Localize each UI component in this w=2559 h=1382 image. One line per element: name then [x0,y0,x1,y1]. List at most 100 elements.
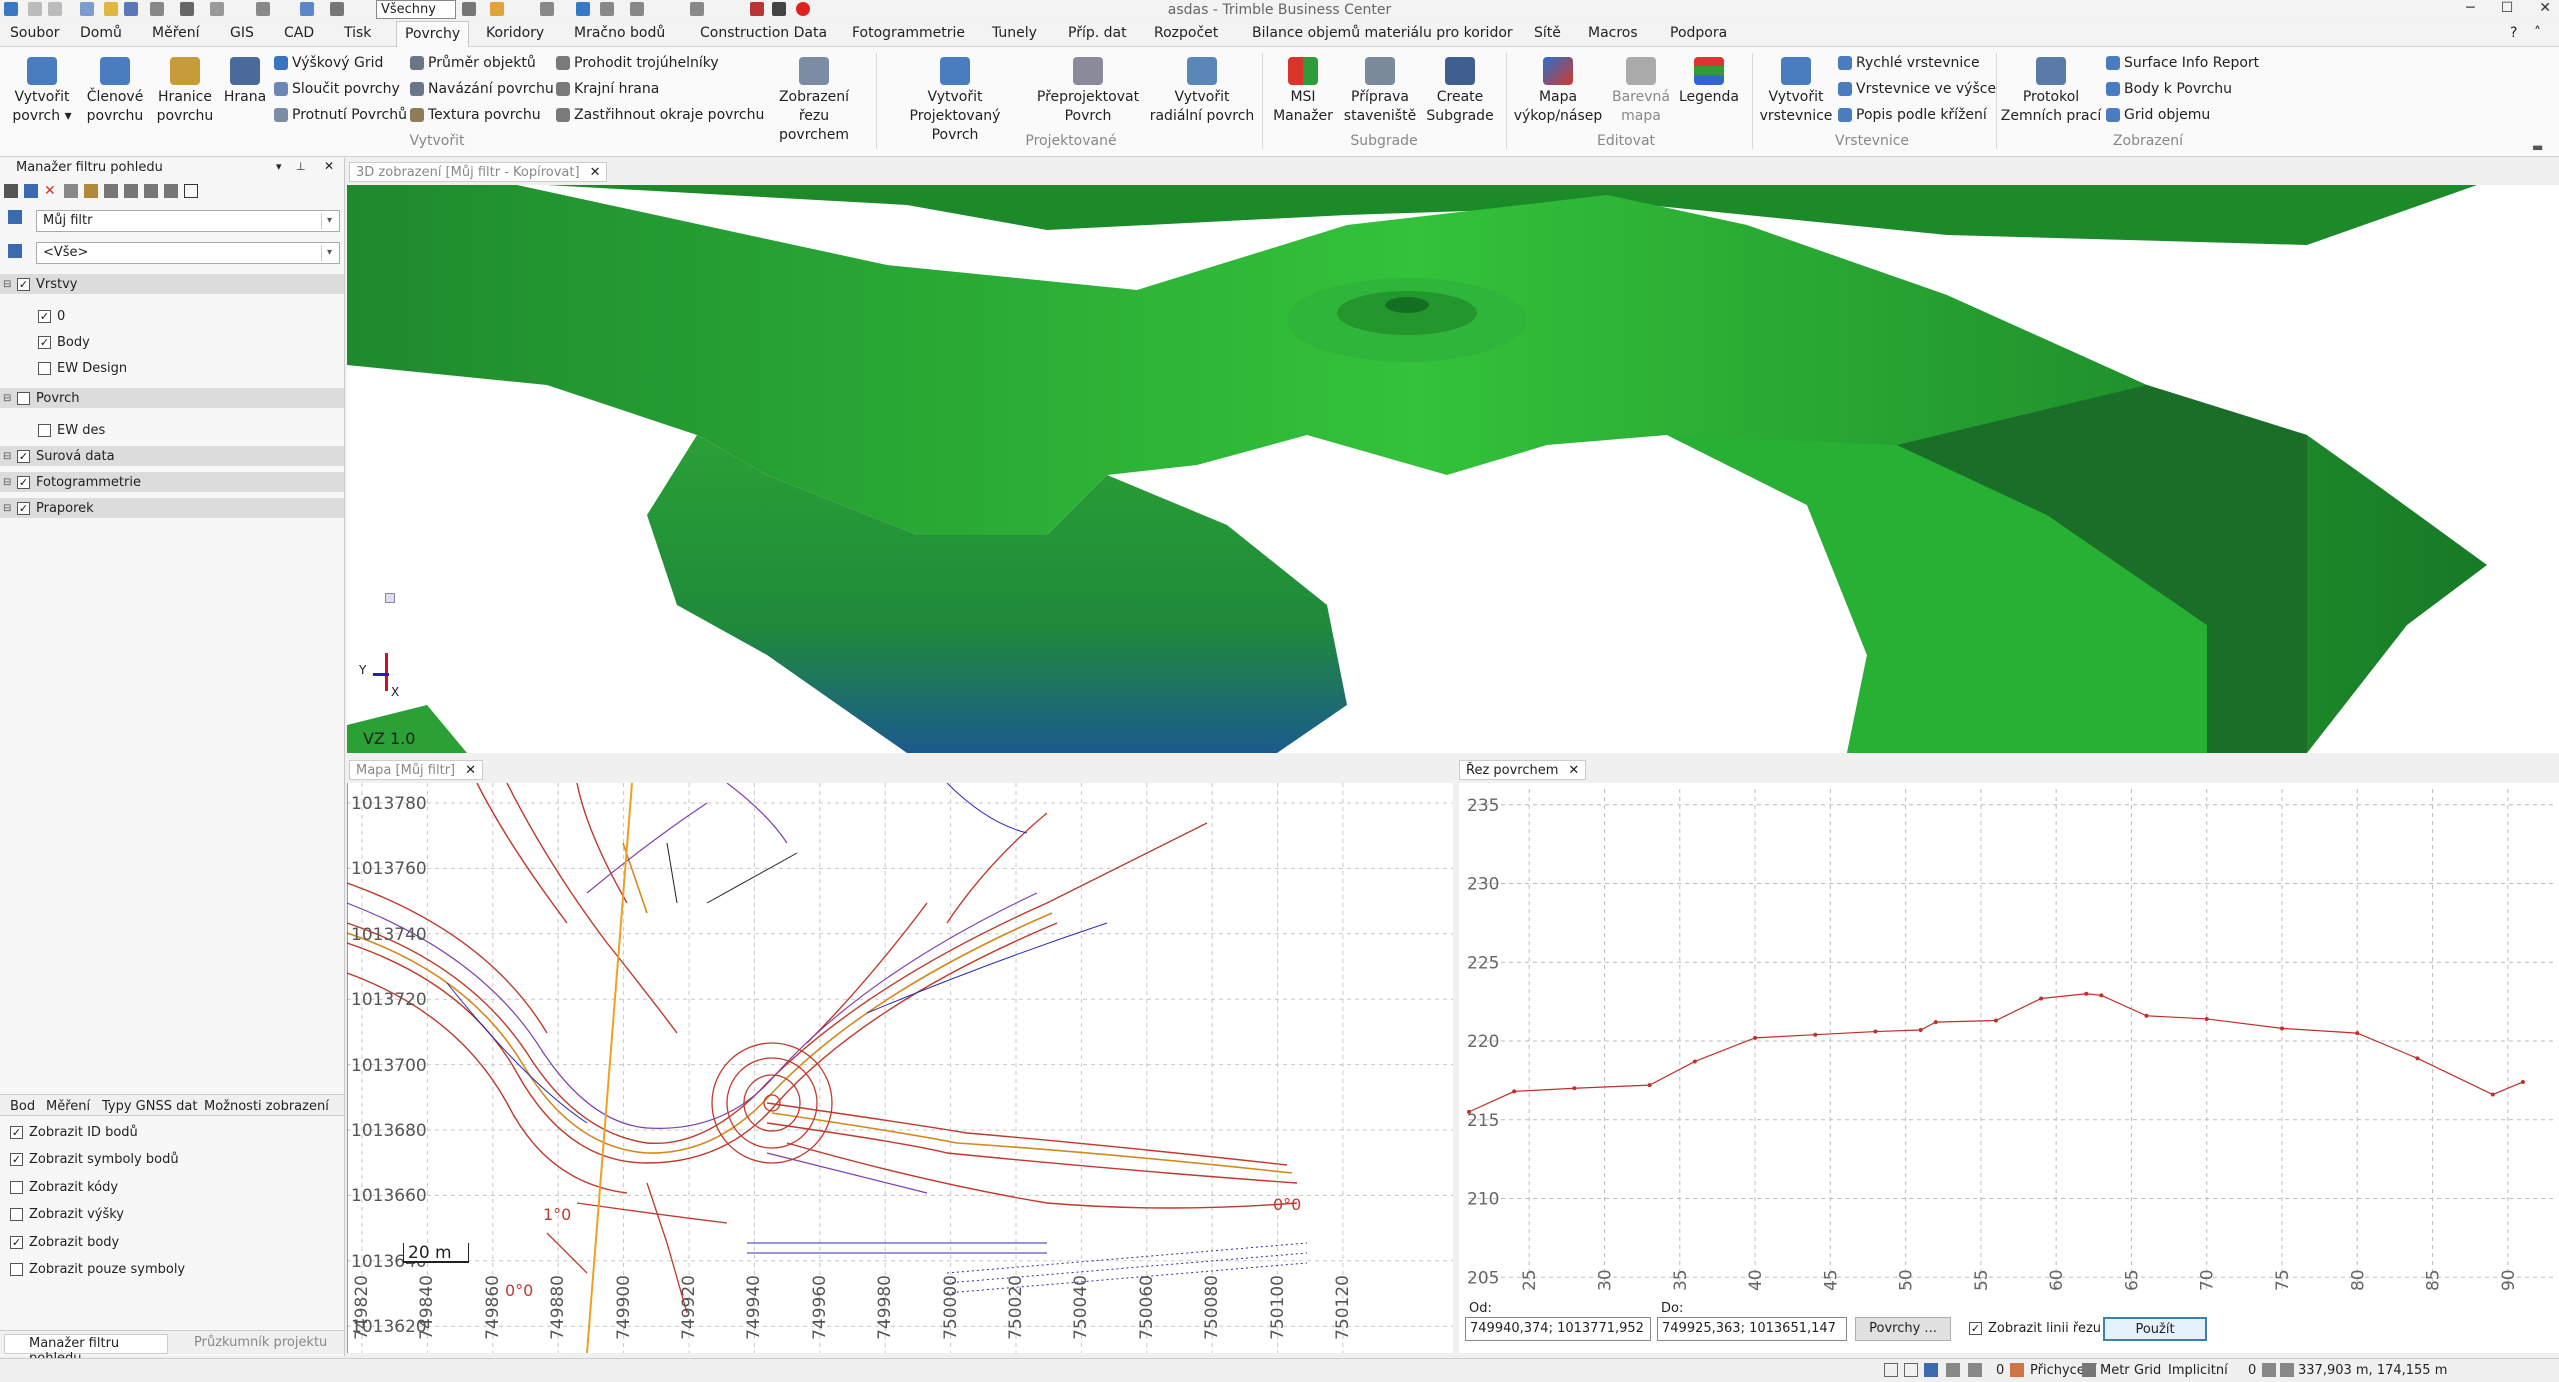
tree-checkbox[interactable] [38,423,51,437]
redo-icon[interactable] [48,2,62,16]
surface-slice-view-button[interactable]: Zobrazení řezu povrchem [762,55,866,145]
tree-item[interactable]: ⊟ ✓ Praporek [0,498,344,518]
tab-tunely[interactable]: Tunely [992,25,1037,41]
block-icon[interactable] [124,184,138,198]
option-checkbox[interactable]: ✓ [10,1125,23,1139]
contours-at-elevation-button[interactable]: Vrstevnice ve výšce [1838,81,1996,97]
option-checkbox[interactable] [10,1263,23,1276]
redesign-surface-button[interactable]: Přeprojektovat Povrch [1030,55,1146,126]
tree-item[interactable]: ⊟ Povrch [0,388,344,408]
surface-texture-button[interactable]: Textura povrchu [410,107,541,123]
text-icon[interactable] [600,2,614,16]
surface-section-view[interactable]: 235 230 225 220 215 210 205 25 30 35 40 45 50 55 60 65 7… [1459,783,2559,1353]
maximize-button[interactable]: ☐ [2501,0,2514,16]
3d-view-canvas[interactable]: Y X VZ 1.0 [347,185,2559,753]
layers-icon[interactable] [84,184,98,198]
text-filter-icon[interactable] [184,184,198,198]
cut-fill-map-button[interactable]: Mapa výkop/násep [1510,55,1606,126]
surface-tie-button[interactable]: Navázání povrchu [410,81,554,97]
tab-profile-view[interactable]: Řez povrchem ✕ [1459,760,1587,780]
tools-icon[interactable] [690,2,704,16]
tree-checkbox[interactable]: ✓ [17,277,30,291]
tab-mereni-options[interactable]: Měření [46,1099,90,1114]
panel-pin-icon[interactable]: ⊥ [296,160,306,173]
close-button[interactable]: ✕ [2539,0,2551,16]
option-checkbox[interactable] [10,1180,23,1194]
option-row[interactable]: ✓ Zobrazit body [0,1232,344,1252]
status-icon-5[interactable] [1968,1363,1982,1377]
tab-gis[interactable]: GIS [230,25,254,41]
tab-fotogrammetrie[interactable]: Fotogrammetrie [852,25,965,41]
filter-icon[interactable] [24,184,38,198]
tree-item[interactable]: ⊟ ✓ Surová data [0,446,344,466]
tab-mracno-bodu[interactable]: Mračno bodů [574,25,665,41]
tree-checkbox[interactable] [17,391,30,405]
boundary-edge-button[interactable]: Krajní hrana [556,81,659,97]
layer-icon[interactable] [630,2,644,16]
tree-checkbox[interactable]: ✓ [38,335,51,349]
tree-item[interactable]: EW Design [0,358,344,378]
expand-icon[interactable]: ⊟ [3,503,13,514]
option-row[interactable]: Zobrazit výšky [0,1205,344,1225]
tree-checkbox[interactable]: ✓ [17,449,30,463]
status-grid[interactable]: Grid [2134,1363,2161,1378]
msi-manager-button[interactable]: MSI Manažer [1268,55,1338,126]
tree-checkbox[interactable] [38,361,51,375]
points-to-surface-button[interactable]: Body k Povrchu [2106,81,2232,97]
tree-checkbox[interactable]: ✓ [38,309,51,323]
tab-mereni[interactable]: Měření [152,25,200,41]
volume-grid-button[interactable]: Grid objemu [2106,107,2210,123]
surface-boundary-button[interactable]: Hranice povrchu [150,55,220,126]
copy-icon[interactable] [64,184,78,198]
tree-checkbox[interactable]: ✓ [17,475,30,489]
tab-3d-view[interactable]: 3D zobrazení [Můj filtr - Kopírovat] ✕ [349,162,608,182]
show-section-line-checkbox[interactable]: ✓ Zobrazit linii řezu [1969,1321,2101,1336]
record-icon[interactable] [750,2,764,16]
tab-tisk[interactable]: Tisk [344,25,371,41]
new-project-icon[interactable] [80,2,94,16]
open-project-icon[interactable] [104,2,118,16]
create-surface-button[interactable]: Vytvořit povrch ▾ [6,55,78,126]
undo-icon[interactable] [28,2,42,16]
select-icon[interactable] [210,2,224,16]
tree-item[interactable]: ⊟ ✓ Vrstvy [0,274,344,294]
expand-icon[interactable]: ⊟ [3,451,13,462]
tree-item[interactable]: ⊟ ✓ Fotogrammetrie [0,472,344,492]
close-icon[interactable]: ✕ [1568,763,1579,778]
snap-icon[interactable] [490,2,504,16]
status-icon-1[interactable] [1884,1363,1898,1377]
close-icon[interactable]: ✕ [590,165,601,180]
tab-koridory[interactable]: Koridory [486,25,544,41]
option-checkbox[interactable]: ✓ [10,1235,23,1249]
filter-select[interactable]: Můj filtr ▾ [36,210,340,232]
status-unit[interactable]: Metr [2100,1363,2130,1378]
delete-icon[interactable]: ✕ [44,184,58,198]
tab-domu[interactable]: Domů [80,25,122,41]
view-icon[interactable] [300,2,314,16]
create-contours-button[interactable]: Vytvořit vrstevnice [1756,55,1836,126]
trim-surface-edges-button[interactable]: Zastřihnout okraje povrchu [556,107,764,123]
status-icon-2[interactable] [1904,1363,1918,1377]
filter-dropdown-icon[interactable] [462,2,476,16]
option-row[interactable]: Zobrazit kódy [0,1177,344,1197]
tab-macros[interactable]: Macros [1588,25,1638,41]
label-by-crossing-button[interactable]: Popis podle křížení [1838,107,1987,123]
option-row[interactable]: Zobrazit pouze symboly [0,1260,344,1280]
tree-item[interactable]: ✓ 0 [0,306,344,326]
minimize-button[interactable]: ─ [2466,0,2474,16]
print-icon[interactable] [150,2,164,16]
tab-gnss-types[interactable]: Typy GNSS dat [102,1099,197,1114]
create-design-surface-button[interactable]: Vytvořit Projektovaný Povrch [884,55,1026,145]
legend-button[interactable]: Legenda [1676,55,1742,107]
earthwork-report-button[interactable]: Protokol Zemních prací [2000,55,2102,126]
option-checkbox[interactable] [10,1208,23,1221]
save-icon[interactable] [124,2,138,16]
tab-site[interactable]: Sítě [1534,25,1561,41]
tab-cad[interactable]: CAD [284,25,314,41]
option-checkbox[interactable]: ✓ [10,1153,23,1166]
scope-select[interactable]: <Vše> ▾ [36,242,340,264]
color-map-button[interactable]: Barevná mapa [1606,55,1676,126]
tab-podpora[interactable]: Podpora [1670,25,1727,41]
cube-icon[interactable] [164,184,178,198]
tree-checkbox[interactable]: ✓ [17,501,30,515]
